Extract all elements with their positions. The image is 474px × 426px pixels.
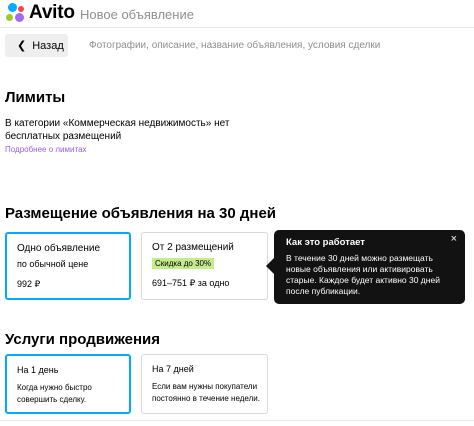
promotion-heading: Услуги продвижения <box>5 331 161 348</box>
placement-heading: Размещение объявления на 30 дней <box>5 205 277 222</box>
divider <box>0 420 474 421</box>
single-ad-option[interactable]: Одно объявление по обычной цене 992 ₽ <box>5 232 131 300</box>
option-title: На 1 день <box>17 365 59 375</box>
option-title: От 2 размещений <box>152 242 234 253</box>
page-title: Новое объявление <box>80 7 194 22</box>
how-it-works-tooltip: Как это работает В течение 30 дней можно… <box>266 230 465 304</box>
option-price: 691–751 ₽ за одно <box>152 278 230 288</box>
limits-heading: Лимиты <box>5 89 66 106</box>
option-description: Если вам нужны покупатели постоянно в те… <box>152 382 260 403</box>
chevron-left-icon: ❮ <box>17 40 27 52</box>
promo-1-day-option[interactable]: На 1 день Когда нужно быстро совершить с… <box>5 354 131 414</box>
avito-logo[interactable]: Avito <box>5 3 75 23</box>
tooltip-text: В течение 30 дней можно размещать новые … <box>286 253 440 296</box>
back-button[interactable]: ❮ Назад <box>5 34 68 57</box>
limits-text: В категории «Коммерческая недвижимость» … <box>5 118 230 142</box>
logo-mark-icon <box>5 3 25 23</box>
steps-breadcrumb: Фотографии, описание, название объявлени… <box>89 40 381 51</box>
option-title: Одно объявление <box>17 243 101 254</box>
option-description: Когда нужно быстро совершить сделку. <box>17 383 92 404</box>
option-subtitle: по обычной цене <box>17 259 89 269</box>
multi-ad-option[interactable]: От 2 размещений Скидка до 30% 691–751 ₽ … <box>141 232 268 300</box>
limits-details-link[interactable]: Подробнее о лимитах <box>5 145 87 154</box>
promo-7-days-option[interactable]: На 7 дней Если вам нужны покупатели пост… <box>141 354 268 414</box>
discount-badge: Скидка до 30% <box>152 258 215 269</box>
tooltip-title: Как это работает <box>286 237 365 248</box>
close-icon[interactable]: × <box>451 233 457 245</box>
logo-text: Avito <box>29 2 75 23</box>
top-header: Avito Новое объявление <box>0 0 474 28</box>
back-button-label: Назад <box>32 39 64 52</box>
option-price: 992 ₽ <box>17 279 41 289</box>
option-title: На 7 дней <box>152 364 194 374</box>
